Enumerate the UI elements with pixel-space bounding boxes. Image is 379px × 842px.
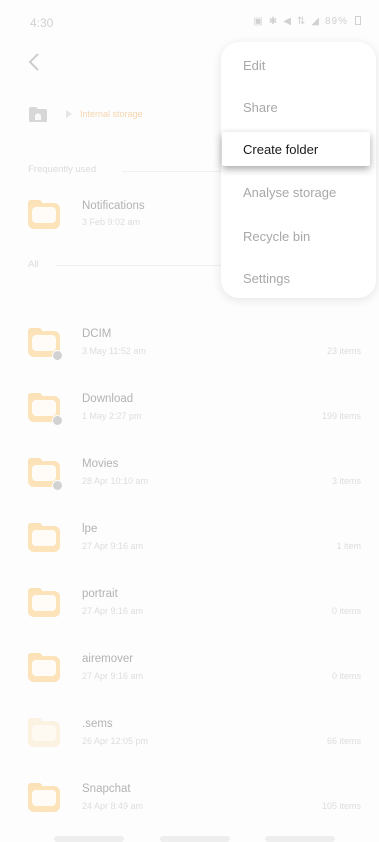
status-icons: ▣ ✱ ◀ ⇅ ◢ 89%: [253, 16, 361, 27]
folder-icon: [28, 783, 60, 812]
item-date: 1 May 2:27 pm: [82, 411, 142, 421]
menu-item-recycle-bin[interactable]: Recycle bin: [243, 229, 310, 244]
item-date: 24 Apr 8:49 am: [82, 801, 144, 811]
notification-icon: ▣: [253, 16, 264, 27]
section-all: All: [28, 259, 39, 270]
bottom-nav-hint: [54, 836, 124, 842]
bottom-nav-hint: [265, 836, 335, 842]
item-date: 26 Apr 12:05 pm: [82, 736, 149, 746]
item-count: 3 items: [331, 476, 361, 486]
breadcrumb-location[interactable]: Internal storage: [80, 109, 143, 119]
item-name: lpe: [82, 523, 98, 535]
item-date: 27 Apr 9:16 am: [82, 671, 144, 681]
folder-icon: [28, 588, 60, 617]
home-folder-icon[interactable]: [28, 106, 48, 123]
item-name: Download: [82, 393, 134, 405]
menu-item-edit[interactable]: Edit: [243, 58, 265, 73]
camera-badge-icon: [52, 350, 63, 361]
item-count: 0 items: [331, 671, 361, 681]
folder-icon: [28, 523, 60, 552]
item-name: portrait: [82, 588, 118, 600]
item-date: 27 Apr 9:16 am: [82, 541, 144, 551]
item-name: .sems: [82, 718, 113, 730]
breadcrumb: Internal storage: [28, 104, 143, 124]
settings-icon: ✱: [268, 16, 279, 27]
divider: [122, 171, 222, 172]
hidden-folder-icon: [28, 718, 60, 747]
menu-item-settings[interactable]: Settings: [243, 271, 290, 286]
menu-item-share[interactable]: Share: [243, 100, 278, 115]
download-badge-icon: [52, 415, 63, 426]
section-frequently-used: Frequently used: [28, 164, 97, 175]
item-count: 23 items: [326, 346, 361, 356]
item-name: Snapchat: [82, 783, 131, 795]
item-count: 66 items: [326, 736, 361, 746]
status-bar: 4:30 ▣ ✱ ◀ ⇅ ◢ 89%: [0, 0, 379, 40]
item-date: 3 Feb 9:02 am: [82, 217, 141, 227]
item-count: 0 items: [331, 606, 361, 616]
item-name: airemover: [82, 653, 134, 665]
chevron-right-icon: [66, 110, 72, 118]
battery-icon: [355, 16, 361, 25]
back-arrow-icon[interactable]: [27, 52, 41, 72]
bottom-nav-hint: [160, 836, 230, 842]
menu-item-analyse-storage[interactable]: Analyse storage: [243, 185, 336, 200]
play-badge-icon: [52, 480, 63, 491]
signal-icon: ◢: [311, 16, 320, 27]
item-date: 27 Apr 9:16 am: [82, 606, 144, 616]
overflow-menu: Edit Share Analyse storage Recycle bin S…: [221, 42, 376, 298]
item-date: 28 Apr 10:10 am: [82, 476, 149, 486]
item-count: 105 items: [321, 801, 361, 811]
item-name: DCIM: [82, 328, 112, 340]
folder-icon: [28, 653, 60, 682]
item-count: 199 items: [321, 411, 361, 421]
item-name: Movies: [82, 458, 119, 470]
status-time: 4:30: [30, 16, 54, 30]
menu-item-create-folder[interactable]: Create folder: [222, 132, 370, 166]
item-count: 1 item: [336, 541, 361, 551]
item-name: Notifications: [82, 200, 145, 212]
network-icon: ⇅: [296, 16, 307, 27]
mute-icon: ◀: [283, 16, 292, 27]
menu-item-create-folder-label: Create folder: [243, 142, 319, 157]
battery-label: 89%: [324, 16, 348, 27]
divider: [56, 265, 222, 266]
item-date: 3 May 11:52 am: [82, 346, 146, 356]
folder-icon: [28, 200, 60, 229]
